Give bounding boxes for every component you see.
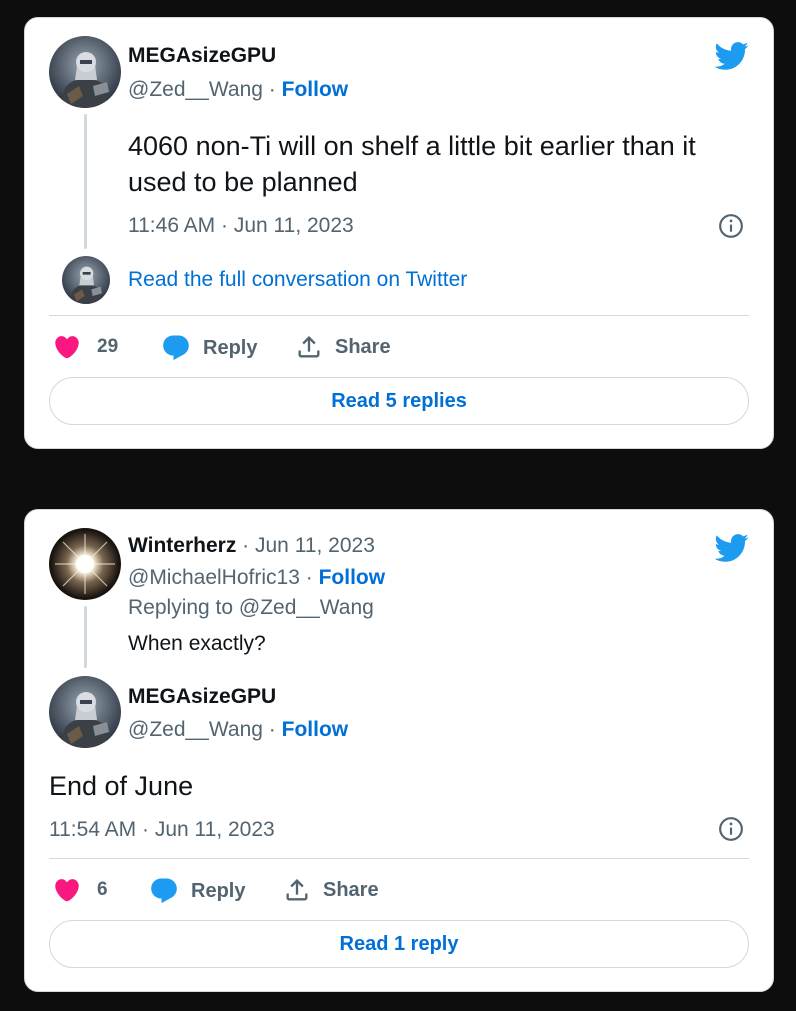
separator: · (268, 78, 276, 101)
like-count: 29 (97, 336, 119, 357)
tweet-timestamp[interactable]: 11:54 AM · Jun 11, 2023 (49, 818, 275, 842)
share-button[interactable]: Share (295, 333, 391, 361)
share-icon (283, 876, 311, 904)
reply-bubble-icon (149, 876, 179, 906)
reply-label: Reply (203, 336, 258, 359)
like-button[interactable]: 29 (53, 333, 118, 361)
read-replies-button[interactable]: Read 1 reply (49, 920, 749, 968)
tweet-card: Winterherz · Jun 11, 2023 @MichaelHofric… (24, 509, 774, 992)
divider (49, 858, 749, 859)
info-icon[interactable] (718, 816, 744, 842)
thread-line (84, 114, 87, 249)
tweet-text: End of June (49, 771, 194, 801)
twitter-bird-icon[interactable] (713, 38, 749, 74)
author-handle[interactable]: @Zed__Wang (128, 718, 263, 741)
author-avatar-small[interactable] (62, 256, 110, 304)
author-name[interactable]: MEGAsizeGPU (128, 685, 276, 709)
like-count: 6 (97, 879, 108, 900)
separator: · (305, 566, 313, 589)
follow-button[interactable]: Follow (282, 78, 349, 101)
reply-text: When exactly? (128, 632, 266, 655)
reply-label: Reply (191, 879, 246, 902)
author-avatar[interactable] (49, 676, 121, 748)
replying-to[interactable]: Replying to @Zed__Wang (128, 596, 374, 620)
heart-icon (53, 876, 81, 904)
author-avatar[interactable] (49, 36, 121, 108)
twitter-bird-icon[interactable] (713, 530, 749, 566)
read-conversation-link[interactable]: Read the full conversation on Twitter (128, 268, 467, 292)
author-handle-row: @Zed__Wang · Follow (128, 718, 348, 742)
author-handle[interactable]: @Zed__Wang (128, 78, 263, 101)
reply-author-row: Winterherz · Jun 11, 2023 (128, 534, 375, 558)
info-icon[interactable] (718, 213, 744, 239)
divider (49, 315, 749, 316)
robot-avatar-icon (49, 676, 121, 748)
reply-author-handle[interactable]: @MichaelHofric13 (128, 566, 300, 589)
tweet-timestamp[interactable]: 11:46 AM · Jun 11, 2023 (128, 214, 354, 238)
share-label: Share (323, 878, 379, 901)
reply-author-name[interactable]: Winterherz (128, 534, 236, 557)
thread-line (84, 606, 87, 668)
share-button[interactable]: Share (283, 876, 379, 904)
read-replies-button[interactable]: Read 5 replies (49, 377, 749, 425)
share-label: Share (335, 335, 391, 358)
like-button[interactable]: 6 (53, 876, 108, 904)
reply-button[interactable]: Reply (149, 876, 245, 906)
heart-icon (53, 333, 81, 361)
share-icon (295, 333, 323, 361)
reply-date[interactable]: · Jun 11, 2023 (242, 534, 375, 557)
tweet-card: MEGAsizeGPU @Zed__Wang · Follow 4060 non… (24, 17, 774, 449)
separator: · (268, 718, 276, 741)
reply-handle-row: @MichaelHofric13 · Follow (128, 566, 385, 590)
follow-button[interactable]: Follow (282, 718, 349, 741)
reply-bubble-icon (161, 333, 191, 363)
tweet-text: 4060 non-Ti will on shelf a little bit e… (128, 131, 696, 197)
author-name[interactable]: MEGAsizeGPU (128, 44, 276, 68)
robot-avatar-icon (49, 36, 121, 108)
robot-avatar-icon (62, 256, 110, 304)
light-orb-avatar-icon (49, 528, 121, 600)
reply-author-avatar[interactable] (49, 528, 121, 600)
author-handle-row: @Zed__Wang · Follow (128, 78, 348, 102)
follow-button[interactable]: Follow (319, 566, 386, 589)
reply-button[interactable]: Reply (161, 333, 257, 363)
